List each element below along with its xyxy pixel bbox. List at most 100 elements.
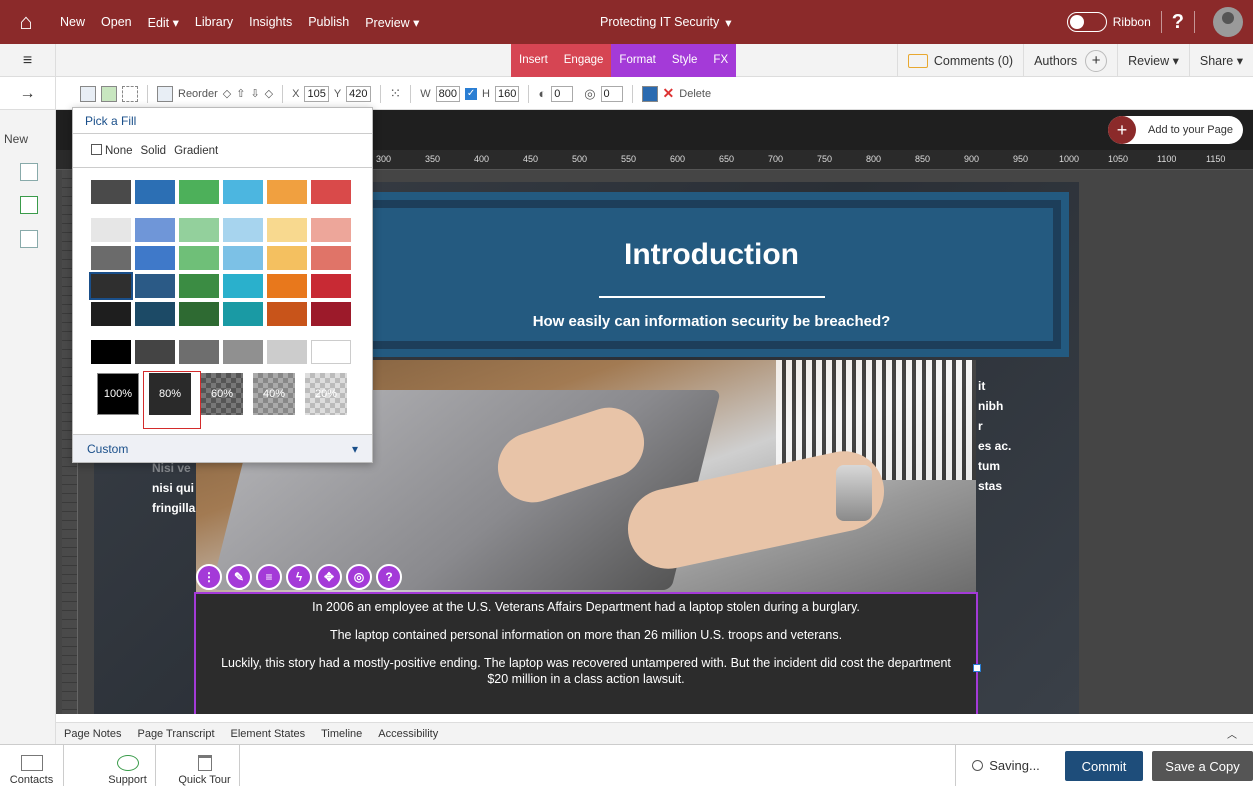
- resize-handle[interactable]: [973, 664, 981, 672]
- edit-box-icon[interactable]: [157, 85, 173, 102]
- hamburger-menu-icon[interactable]: ≡: [0, 44, 56, 77]
- rotate-stepper[interactable]: 0: [600, 85, 623, 102]
- document-title-dropdown[interactable]: Protecting IT Security ▾: [600, 0, 732, 44]
- menu-preview[interactable]: Preview ▾: [357, 15, 427, 30]
- add-to-page-button[interactable]: + Add to your Page: [1107, 116, 1243, 144]
- color-swatch[interactable]: [311, 180, 351, 204]
- color-swatch[interactable]: [311, 246, 351, 270]
- color-swatch[interactable]: [267, 246, 307, 270]
- tab-engage[interactable]: Engage: [555, 44, 612, 77]
- delete-icon[interactable]: ✕: [663, 85, 675, 102]
- color-swatch[interactable]: [135, 340, 175, 364]
- color-swatch[interactable]: [311, 302, 351, 326]
- color-swatch[interactable]: [135, 274, 175, 298]
- color-swatch[interactable]: [311, 340, 351, 364]
- quick-tour-button[interactable]: Quick Tour: [170, 745, 240, 786]
- color-swatch[interactable]: [179, 274, 219, 298]
- color-swatch[interactable]: [135, 302, 175, 326]
- color-swatch[interactable]: [223, 340, 263, 364]
- menu-open[interactable]: Open: [93, 15, 140, 30]
- color-swatch[interactable]: [135, 218, 175, 242]
- opacity-stepper[interactable]: 0: [551, 85, 574, 102]
- title-banner[interactable]: Introduction How easily can information …: [354, 192, 1069, 357]
- opacity-20-option[interactable]: 20%: [305, 373, 347, 415]
- menu-edit[interactable]: Edit ▾: [140, 15, 187, 30]
- tab-insert[interactable]: Insert: [511, 44, 556, 77]
- color-swatch[interactable]: [223, 302, 263, 326]
- tab-page-notes[interactable]: Page Notes: [56, 728, 129, 740]
- lock-aspect-checkbox[interactable]: ✓: [465, 87, 478, 100]
- color-swatch[interactable]: [311, 274, 351, 298]
- color-swatch[interactable]: [267, 274, 307, 298]
- tab-format[interactable]: Format: [611, 44, 664, 77]
- right-body-text[interactable]: it nibh r es ac. tum stas: [978, 376, 1011, 496]
- left-body-text[interactable]: Nisi ve nisi qui fringilla: [152, 458, 195, 518]
- tab-accessibility[interactable]: Accessibility: [370, 728, 446, 740]
- color-swatch[interactable]: [223, 180, 263, 204]
- color-swatch[interactable]: [91, 340, 131, 364]
- color-swatch[interactable]: [223, 274, 263, 298]
- word-icon[interactable]: [641, 85, 658, 102]
- fill-none-option[interactable]: None: [91, 144, 133, 157]
- color-swatch[interactable]: [135, 246, 175, 270]
- color-swatch[interactable]: [91, 246, 131, 270]
- color-swatch[interactable]: [91, 218, 131, 242]
- bring-front-icon[interactable]: ⇧: [236, 87, 245, 100]
- tab-style[interactable]: Style: [663, 44, 706, 77]
- custom-fill-dropdown[interactable]: Custom ▾: [73, 434, 372, 462]
- x-position-input[interactable]: 105: [304, 85, 329, 102]
- width-input[interactable]: 800: [435, 85, 461, 102]
- color-swatch[interactable]: [223, 218, 263, 242]
- border-icon[interactable]: [122, 85, 138, 102]
- lightning-icon[interactable]: ϟ: [286, 564, 312, 590]
- help-circle-icon[interactable]: ?: [376, 564, 402, 590]
- send-backward-icon[interactable]: ◇: [265, 87, 273, 100]
- color-swatch[interactable]: [135, 180, 175, 204]
- color-swatch[interactable]: [267, 180, 307, 204]
- color-swatch[interactable]: [179, 340, 219, 364]
- color-swatch[interactable]: [179, 246, 219, 270]
- color-swatch[interactable]: [311, 218, 351, 242]
- color-swatch[interactable]: [267, 218, 307, 242]
- color-swatch[interactable]: [91, 180, 131, 204]
- ribbon-toggle[interactable]: [1066, 12, 1107, 32]
- bring-forward-icon[interactable]: ◇: [223, 87, 231, 100]
- home-icon[interactable]: ⌂: [0, 0, 52, 44]
- arrow-right-icon[interactable]: →: [0, 77, 56, 110]
- color-swatch[interactable]: [179, 180, 219, 204]
- menu-publish[interactable]: Publish: [300, 15, 357, 30]
- opacity-40-option[interactable]: 40%: [253, 373, 295, 415]
- color-swatch[interactable]: [223, 246, 263, 270]
- selected-text-box[interactable]: In 2006 an employee at the U.S. Veterans…: [194, 592, 981, 714]
- color-swatch[interactable]: [267, 302, 307, 326]
- settings-sliders-icon[interactable]: ≡: [256, 564, 282, 590]
- height-input[interactable]: 160: [494, 85, 520, 102]
- authors-button[interactable]: Authors +: [1023, 44, 1117, 77]
- opacity-100-option[interactable]: 100%: [97, 373, 139, 415]
- move-icon[interactable]: ✥: [316, 564, 342, 590]
- menu-library[interactable]: Library: [187, 15, 241, 30]
- tab-element-states[interactable]: Element States: [223, 728, 314, 740]
- tab-page-transcript[interactable]: Page Transcript: [129, 728, 222, 740]
- help-icon[interactable]: ?: [1172, 11, 1184, 34]
- delete-button[interactable]: Delete: [679, 88, 711, 100]
- y-position-input[interactable]: 420: [346, 85, 371, 102]
- fill-solid-option[interactable]: Solid: [141, 145, 167, 157]
- review-dropdown[interactable]: Review ▾: [1117, 44, 1189, 77]
- target-icon[interactable]: ◎: [346, 564, 372, 590]
- page-layout-icon[interactable]: [20, 163, 38, 181]
- color-swatch[interactable]: [179, 302, 219, 326]
- menu-insights[interactable]: Insights: [241, 15, 300, 30]
- more-icon[interactable]: ⋮: [196, 564, 222, 590]
- fill-icon[interactable]: [80, 85, 96, 102]
- color-swatch[interactable]: [179, 218, 219, 242]
- tab-fx[interactable]: FX: [705, 44, 737, 77]
- add-author-icon[interactable]: +: [1085, 49, 1108, 72]
- chevron-up-icon[interactable]: ︿: [1219, 726, 1245, 741]
- menu-new[interactable]: New: [52, 15, 93, 30]
- question-list-icon[interactable]: [20, 196, 38, 214]
- fill-gradient-option[interactable]: Gradient: [174, 145, 218, 157]
- pencil-icon[interactable]: ✎: [226, 564, 252, 590]
- share-dropdown[interactable]: Share ▾: [1188, 44, 1253, 77]
- save-copy-button[interactable]: Save a Copy: [1152, 751, 1253, 781]
